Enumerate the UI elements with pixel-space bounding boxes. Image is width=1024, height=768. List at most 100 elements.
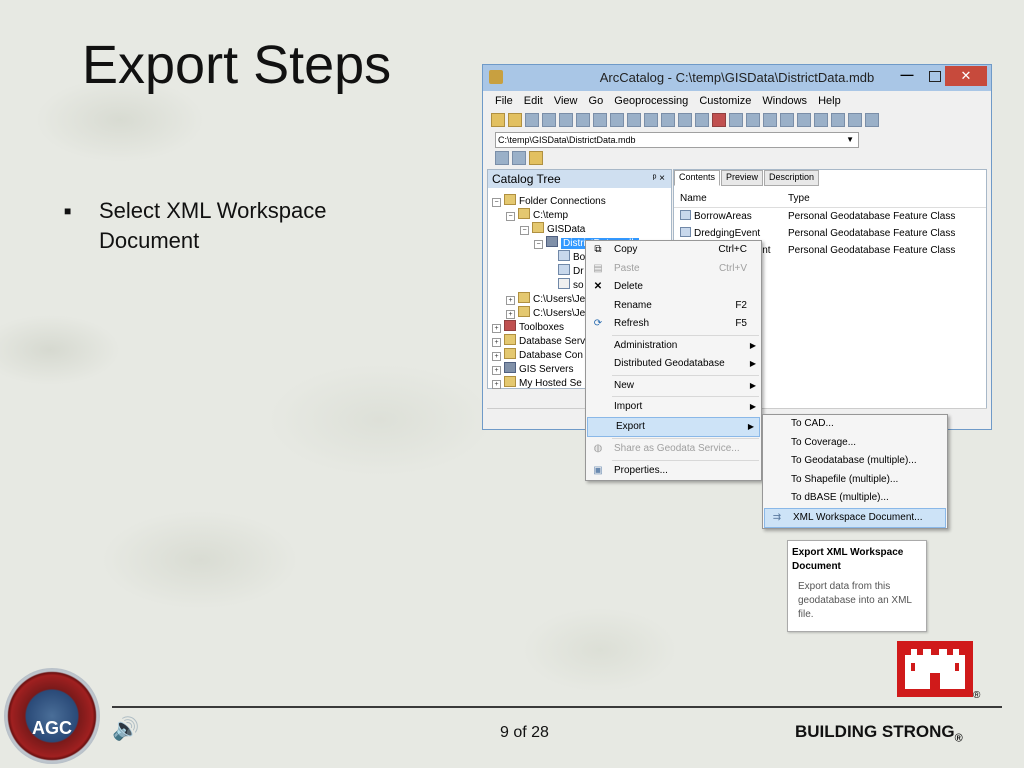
tree-node-gisdata[interactable]: − GISData xyxy=(520,222,585,236)
chevron-down-icon[interactable]: ▼ xyxy=(846,133,854,147)
identify-icon[interactable] xyxy=(865,113,879,127)
search-window-icon[interactable] xyxy=(695,113,709,127)
python-icon[interactable] xyxy=(729,113,743,127)
bullet-item: ■ Select XML Workspace Document xyxy=(64,196,394,256)
catalog-tree-icon[interactable] xyxy=(678,113,692,127)
menu-separator xyxy=(612,374,759,376)
menu-customize[interactable]: Customize xyxy=(699,91,751,111)
menu-item-to-cad[interactable]: To CAD... xyxy=(763,415,947,434)
location-field[interactable]: C:\temp\GISData\DistrictData.mdb ▼ xyxy=(495,132,859,148)
menu-item-rename[interactable]: Rename F2 xyxy=(586,297,761,316)
copy-icon[interactable] xyxy=(542,113,556,127)
metadata-toolbar xyxy=(495,151,991,165)
registered-mark: ® xyxy=(973,690,981,701)
delete-icon[interactable] xyxy=(576,113,590,127)
menu-item-xml-workspace-document[interactable]: ⇉ XML Workspace Document... xyxy=(764,507,946,528)
menu-item-import[interactable]: Import ▶ xyxy=(586,398,761,417)
export-submenu: To CAD... To Coverage... To Geodatabase … xyxy=(762,414,948,529)
menu-windows[interactable]: Windows xyxy=(762,91,807,111)
tree-node-toolboxes[interactable]: + Toolboxes xyxy=(492,320,564,334)
close-button[interactable]: ✕ xyxy=(945,66,987,86)
menu-item-paste: ▤ Paste Ctrl+V xyxy=(593,262,747,274)
menu-help[interactable]: Help xyxy=(818,91,841,111)
tree-node-borrowareas[interactable]: Bo xyxy=(558,250,585,264)
edit-metadata-icon[interactable] xyxy=(495,151,509,165)
speaker-icon[interactable]: 🔊 xyxy=(112,716,139,742)
copy-icon: ⧉ xyxy=(594,244,602,255)
full-extent-icon[interactable] xyxy=(814,113,828,127)
up-one-level-icon[interactable] xyxy=(491,113,505,127)
tab-preview[interactable]: Preview xyxy=(721,170,764,186)
agc-logo: AGC xyxy=(4,668,100,764)
tree-node-c-users-1[interactable]: + C:\Users\Je xyxy=(506,292,585,306)
pin-close-icon[interactable]: ᵖ × xyxy=(653,170,665,188)
delete-icon: ✕ xyxy=(593,281,603,292)
tree-node-c-temp[interactable]: − C:\temp xyxy=(506,208,568,222)
tree-node-dredgingevent[interactable]: Dr xyxy=(558,264,584,278)
tab-description[interactable]: Description xyxy=(764,170,820,186)
pan-icon[interactable] xyxy=(797,113,811,127)
window-titlebar[interactable]: ArcCatalog - C:\temp\GISData\DistrictDat… xyxy=(483,65,991,91)
menu-item-to-dbase[interactable]: To dBASE (multiple)... xyxy=(763,489,947,508)
minimize-button[interactable]: — xyxy=(897,67,917,82)
footer-divider xyxy=(112,706,1002,708)
share-icon: ◍ xyxy=(593,443,603,454)
menu-go[interactable]: Go xyxy=(589,91,604,111)
submenu-arrow-icon: ▶ xyxy=(749,359,756,368)
column-header-type[interactable]: Type xyxy=(788,191,810,207)
menu-item-to-geodatabase[interactable]: To Geodatabase (multiple)... xyxy=(763,452,947,471)
menu-bar: File Edit View Go Geoprocessing Customiz… xyxy=(483,91,991,111)
tree-node-so[interactable]: so xyxy=(558,278,584,292)
zoom-out-icon[interactable] xyxy=(780,113,794,127)
large-icons-icon[interactable] xyxy=(593,113,607,127)
maximize-button[interactable] xyxy=(929,71,941,82)
forward-icon[interactable] xyxy=(848,113,862,127)
tree-node-database-servers[interactable]: + Database Serv xyxy=(492,334,585,348)
contents-tabs: Contents Preview Description xyxy=(674,170,986,186)
paste-icon: ▤ xyxy=(593,262,603,274)
tree-node-database-connections[interactable]: + Database Con xyxy=(492,348,583,362)
submenu-arrow-icon: ▶ xyxy=(749,380,756,390)
tree-node-my-hosted-services[interactable]: + My Hosted Se xyxy=(492,376,582,390)
standard-toolbar xyxy=(491,111,991,129)
metadata-properties-icon[interactable] xyxy=(512,151,526,165)
arctoolbox-icon[interactable] xyxy=(712,113,726,127)
menu-item-copy[interactable]: ⧉ Copy Ctrl+C xyxy=(586,241,761,260)
menu-item-new[interactable]: New ▶ xyxy=(586,377,761,396)
menu-item-distributed-geodatabase[interactable]: Distributed Geodatabase ▶ xyxy=(586,355,761,374)
menu-item-administration[interactable]: Administration ▶ xyxy=(586,337,761,356)
menu-item-to-coverage[interactable]: To Coverage... xyxy=(763,434,947,453)
zoom-in-icon[interactable] xyxy=(763,113,777,127)
tree-node-c-users-2[interactable]: + C:\Users\Je xyxy=(506,306,585,320)
import-metadata-icon[interactable] xyxy=(529,151,543,165)
tooltip-title: Export XML Workspace Document xyxy=(792,547,904,572)
table-row[interactable]: BorrowAreas Personal Geodatabase Feature … xyxy=(674,208,986,225)
tab-contents[interactable]: Contents xyxy=(674,170,721,186)
menu-view[interactable]: View xyxy=(554,91,578,111)
launch-arcmap-icon[interactable] xyxy=(661,113,675,127)
menu-file[interactable]: File xyxy=(495,91,513,111)
tree-node-folder-connections[interactable]: − Folder Connections xyxy=(492,194,606,208)
menu-geoprocessing[interactable]: Geoprocessing xyxy=(614,91,688,111)
menu-item-refresh[interactable]: ⟳ Refresh F5 xyxy=(586,315,761,334)
disconnect-folder-icon[interactable] xyxy=(525,113,539,127)
list-icon[interactable] xyxy=(610,113,624,127)
properties-icon: ▣ xyxy=(593,464,603,476)
tree-node-gis-servers[interactable]: + GIS Servers xyxy=(492,362,573,376)
menu-item-delete[interactable]: ✕ Delete xyxy=(586,278,761,297)
menu-item-to-shapefile[interactable]: To Shapefile (multiple)... xyxy=(763,471,947,490)
details-icon[interactable] xyxy=(627,113,641,127)
paste-icon[interactable] xyxy=(559,113,573,127)
column-header-name[interactable]: Name xyxy=(674,191,788,207)
connect-folder-icon[interactable] xyxy=(508,113,522,127)
slide-title: Export Steps xyxy=(82,35,392,95)
thumbnails-icon[interactable] xyxy=(644,113,658,127)
refresh-icon: ⟳ xyxy=(593,318,603,329)
context-menu: ⧉ Copy Ctrl+C ▤ Paste Ctrl+V ✕ Delete Rename F… xyxy=(585,240,762,481)
model-builder-icon[interactable] xyxy=(746,113,760,127)
back-icon[interactable] xyxy=(831,113,845,127)
menu-separator xyxy=(612,396,759,397)
menu-item-properties[interactable]: ▣ Properties... xyxy=(586,462,761,481)
menu-item-export[interactable]: Export ▶ xyxy=(587,416,760,437)
menu-edit[interactable]: Edit xyxy=(524,91,543,111)
